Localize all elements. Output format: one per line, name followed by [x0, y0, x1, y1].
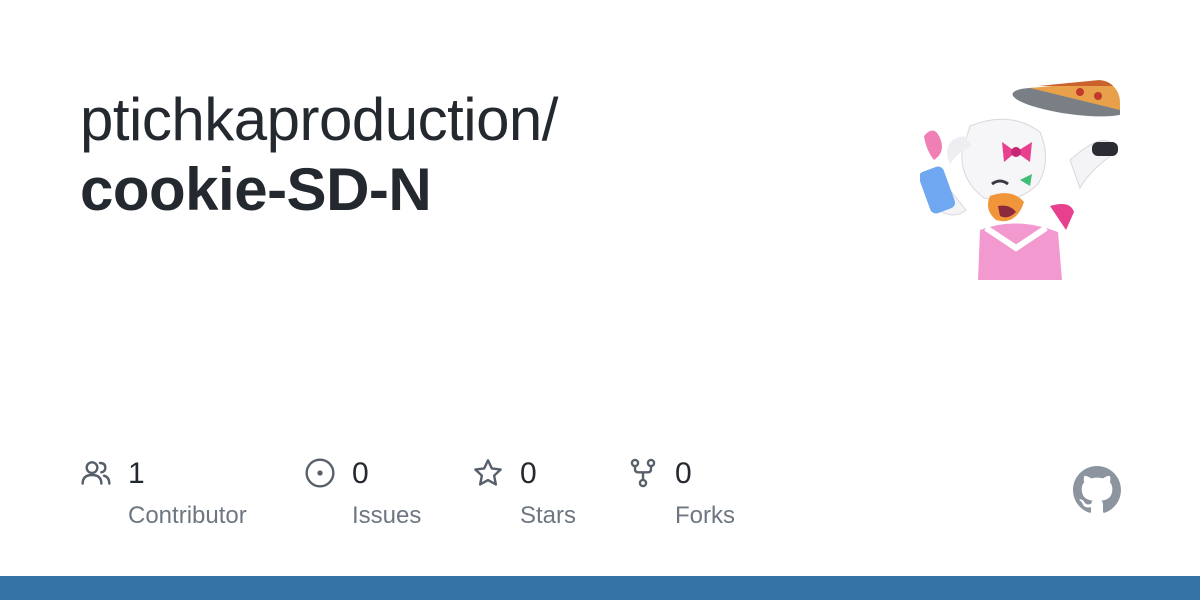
repo-owner[interactable]: ptichkaproduction/	[80, 84, 880, 156]
stat-count: 1	[128, 457, 145, 490]
stat-count: 0	[675, 457, 692, 490]
stat-count: 0	[520, 457, 537, 490]
avatar	[920, 80, 1120, 280]
repo-social-card: ptichkaproduction/ cookie-SD-N 1 Contrib…	[0, 0, 1200, 600]
repo-name[interactable]: cookie-SD-N	[80, 154, 880, 226]
repo-title[interactable]: ptichkaproduction/ cookie-SD-N	[80, 84, 880, 226]
issue-opened-icon	[305, 458, 335, 488]
stat-label: Stars	[520, 502, 577, 529]
people-icon	[81, 461, 111, 485]
stat-label: Contributor	[128, 502, 247, 529]
language-color-bar	[0, 576, 1200, 600]
stat-label: Issues	[352, 502, 422, 529]
repo-forked-icon	[630, 458, 656, 488]
avatar-image	[920, 80, 1120, 280]
stat-label: Forks	[675, 502, 735, 529]
github-mark-icon[interactable]	[1073, 466, 1121, 514]
star-icon	[474, 459, 502, 486]
stat-count: 0	[352, 457, 369, 490]
